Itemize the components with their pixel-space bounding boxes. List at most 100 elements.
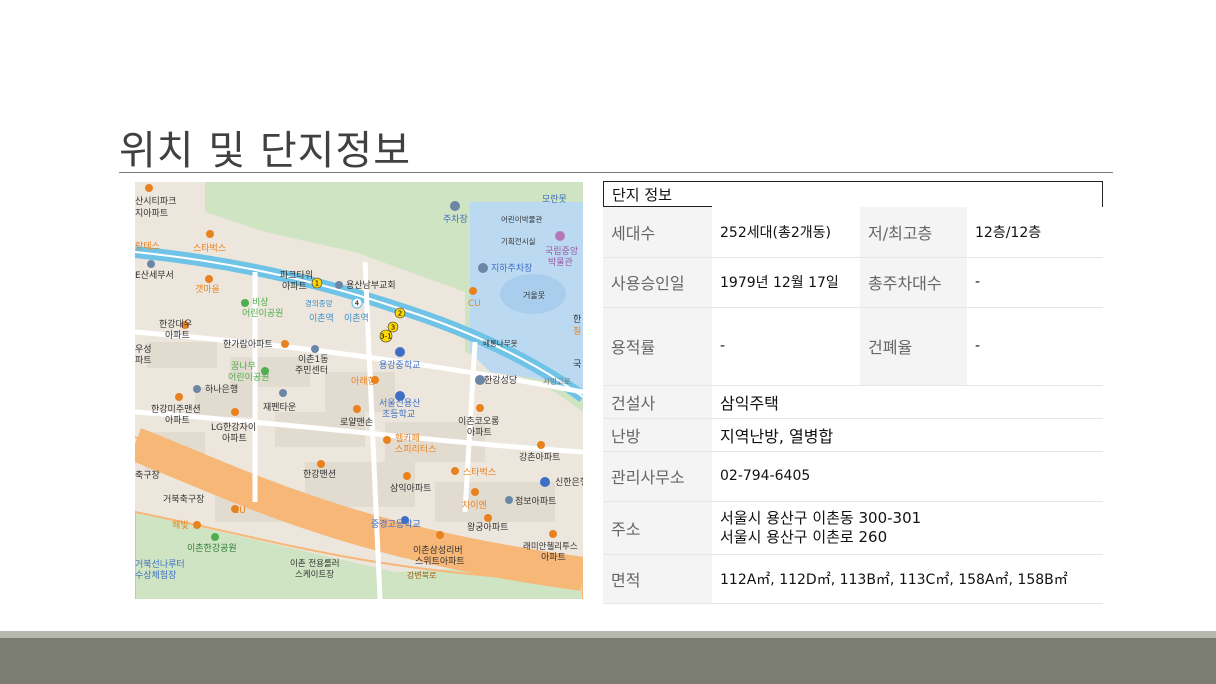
- map-label: 왕궁아파트: [467, 522, 508, 533]
- map-label: 이촌역: [309, 313, 334, 324]
- map-label: 하나은행: [205, 383, 238, 395]
- map-label: 이촌1동: [298, 354, 329, 365]
- map-label: 스피리터스: [395, 444, 436, 455]
- station-exit-label: 1: [315, 280, 319, 288]
- info-label: 총주차대수: [860, 257, 967, 308]
- info-label: 건폐율: [860, 307, 967, 386]
- table-row: 난방 지역난방, 열병합: [603, 418, 1103, 452]
- table-row: 세대수 252세대(총2개동) 저/최고층 12층/12층: [603, 207, 1103, 258]
- map-label: 한강미주맨션: [151, 404, 201, 415]
- info-label: 용적률: [603, 307, 712, 386]
- map-label: 박물관: [548, 257, 573, 268]
- map-label: 이촌코오롱: [458, 416, 499, 427]
- map-label: 아파트: [165, 415, 190, 426]
- map-label: 한강맨션: [303, 469, 336, 480]
- map-label: 축구장: [135, 470, 160, 481]
- info-value: -: [712, 307, 860, 386]
- map-label: 서빙고로: [543, 377, 571, 386]
- map-label: 점보아파트: [515, 495, 556, 507]
- info-label: 관리사무소: [603, 451, 712, 502]
- map-label: 주차장: [443, 213, 468, 225]
- map-label: 꿈나무: [231, 361, 256, 372]
- map-label: 삼익아파트: [390, 482, 431, 494]
- info-label: 사용승인일: [603, 257, 712, 308]
- info-label: 세대수: [603, 207, 712, 258]
- map-label: 지아파트: [135, 208, 168, 219]
- map-label: 강촌아파트: [519, 452, 560, 463]
- map-label: 배롱나무못: [483, 339, 518, 348]
- footer-accent-strip: [0, 631, 1216, 638]
- map-label: 아파트: [467, 427, 492, 438]
- info-value: 252세대(총2개동): [712, 207, 860, 258]
- map-label: 지하주차장: [491, 262, 532, 274]
- map-label: 아파트: [222, 433, 247, 444]
- map-label: 헬카페: [395, 433, 420, 444]
- map-label: 래미안첼리투스: [523, 541, 578, 552]
- map-label: 이촌삼성리버: [413, 545, 463, 556]
- map-label: 수상체험장: [135, 570, 176, 581]
- map-label: 어린이공원: [242, 308, 283, 319]
- info-label: 건설사: [603, 385, 712, 419]
- info-value: 지역난방, 열병합: [712, 418, 1103, 452]
- map-label: 파트: [135, 355, 152, 366]
- info-label: 저/최고층: [860, 207, 967, 258]
- map-label: 서울신용산: [379, 398, 420, 409]
- table-row: 용적률 - 건폐율 -: [603, 307, 1103, 386]
- address-line: 서울시 용산구 이촌동 300-301: [720, 508, 922, 527]
- map-label: 해빛: [172, 520, 189, 531]
- location-map[interactable]: 1 2 3 3-1 4 모란못 주차장 어린이박물관 기획전시실 국립중앙 박물…: [135, 182, 583, 599]
- info-value: 1979년 12월 17일: [712, 257, 860, 308]
- info-value: 삼익주택: [712, 385, 1103, 419]
- map-label: 한강성당: [484, 375, 517, 386]
- station-exit-label: 3-1: [380, 333, 391, 341]
- station-exit-label: 3: [391, 324, 395, 332]
- address-line: 서울시 용산구 이촌로 260: [720, 527, 888, 546]
- info-value: 112A㎡, 112D㎡, 113B㎡, 113C㎡, 158A㎡, 158B㎡: [712, 554, 1103, 604]
- map-label: 거북선나루터: [135, 559, 185, 570]
- map-label: 중경고등학교: [371, 518, 421, 530]
- map-label: 재펜타운: [263, 402, 296, 413]
- table-row: 관리사무소 02-794-6405: [603, 451, 1103, 502]
- info-value: -: [967, 257, 1103, 308]
- map-label: 우성: [135, 344, 152, 355]
- map-label: 국립중앙: [545, 245, 578, 257]
- map-label: 강변북로: [407, 570, 436, 580]
- station-exit-label: 2: [398, 310, 402, 318]
- map-label: 이촌역: [344, 313, 369, 324]
- info-label: 난방: [603, 418, 712, 452]
- map-label: E산세무서: [135, 270, 174, 281]
- table-row: 주소 서울시 용산구 이촌동 300-301 서울시 용산구 이촌로 260: [603, 501, 1103, 555]
- map-label: 스케이트장: [295, 569, 334, 580]
- map-label: 주민센터: [295, 365, 328, 376]
- map-label: 아파트: [282, 281, 307, 292]
- map-label: CU: [233, 506, 246, 516]
- map-label: 어린이공원: [228, 372, 269, 383]
- map-label: 로얄맨손: [340, 417, 373, 428]
- map-label: 경의중앙: [305, 298, 333, 308]
- map-label: 스위트아파트: [415, 556, 465, 567]
- map-label: 초등학교: [382, 409, 415, 420]
- map-label: 스타벅스: [463, 467, 496, 478]
- map-label: 용산남부교회: [346, 280, 396, 291]
- map-label: 갯마을: [195, 284, 220, 295]
- map-label: 한강대우: [159, 319, 192, 330]
- map-label: 기획전시실: [501, 236, 536, 246]
- map-label: LG한강자이: [211, 422, 256, 433]
- map-label: 한: [573, 314, 581, 325]
- page-title: 위치 및 단지정보: [119, 128, 412, 174]
- info-table: 세대수 252세대(총2개동) 저/최고층 12층/12층 사용승인일 1979…: [603, 207, 1103, 604]
- info-header: 단지 정보: [603, 181, 1103, 207]
- map-label: 한가람아파트: [223, 338, 273, 350]
- map-label: 이촌한강공원: [187, 543, 237, 554]
- table-row: 건설사 삼익주택: [603, 385, 1103, 419]
- info-label: 주소: [603, 501, 712, 555]
- map-label: 어린이박물관: [501, 214, 542, 224]
- map-label: 아래향: [351, 375, 376, 387]
- map-label: 거울못: [523, 291, 545, 300]
- map-label: 거북축구장: [163, 494, 204, 505]
- map-label: 국: [573, 359, 581, 370]
- footer-bar: [0, 638, 1216, 684]
- info-value: 12층/12층: [967, 207, 1103, 258]
- complex-info-panel: 단지 정보 세대수 252세대(총2개동) 저/최고층 12층/12층 사용승인…: [603, 181, 1103, 604]
- map-label: 아파트: [541, 552, 566, 563]
